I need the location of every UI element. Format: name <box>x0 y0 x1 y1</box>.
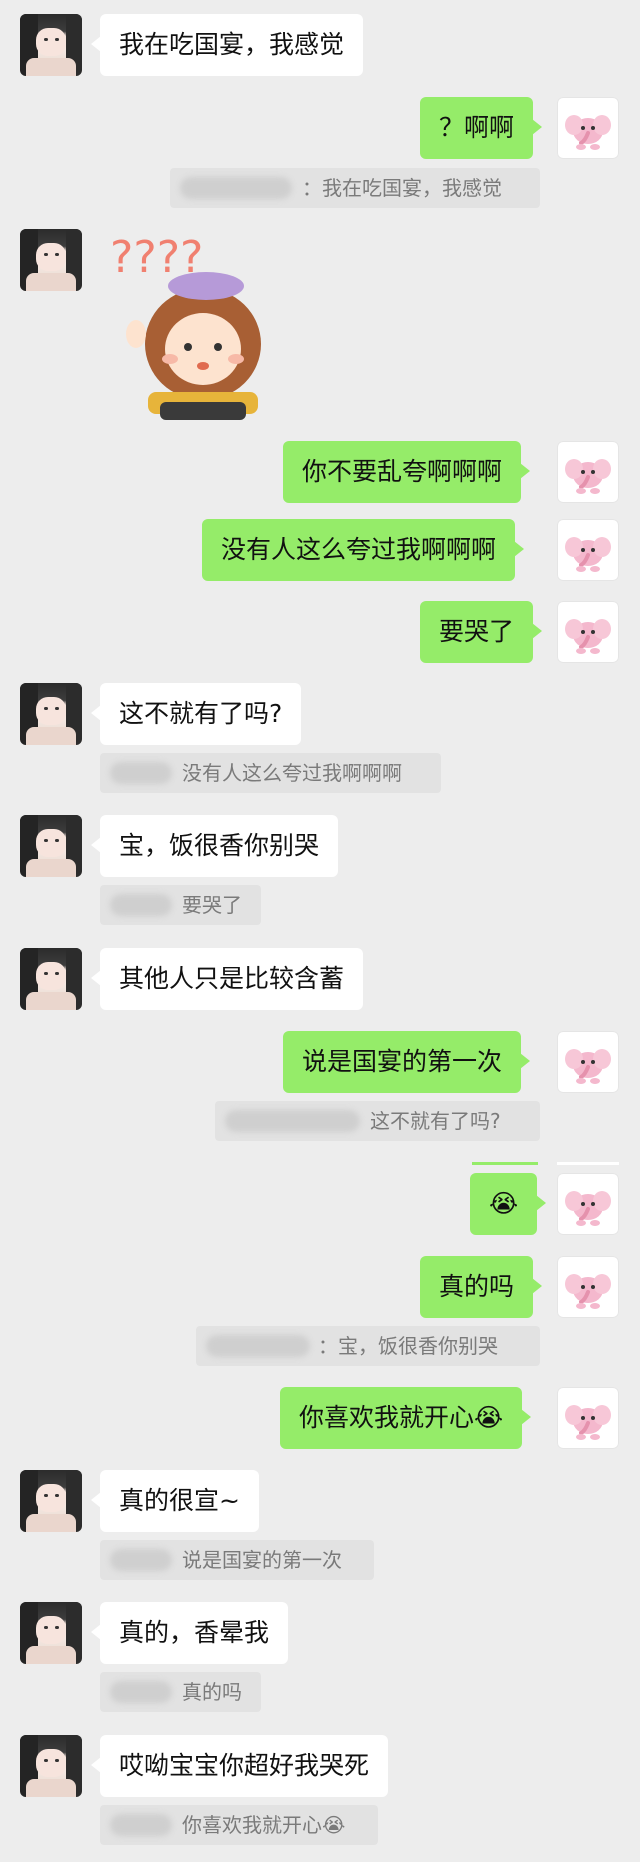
pink-elephant-icon <box>565 115 611 150</box>
message-bubble[interactable]: 这不就有了吗? <box>90 683 302 745</box>
message-bubble[interactable]: 你不要乱夸啊啊啊 <box>283 441 531 503</box>
avatar[interactable] <box>20 683 82 745</box>
quote-reference[interactable]: 要哭了 <box>100 885 261 925</box>
message-text: 真的吗 <box>439 1272 515 1301</box>
avatar[interactable] <box>20 1602 82 1664</box>
pink-elephant-icon <box>565 1405 611 1440</box>
pink-elephant-icon <box>565 619 611 654</box>
avatar[interactable] <box>20 1735 82 1797</box>
divider <box>557 1162 619 1165</box>
avatar[interactable] <box>557 441 619 503</box>
pink-elephant-icon <box>565 1274 611 1309</box>
question-marks-girl-sticker[interactable]: ???? <box>108 224 293 420</box>
message-text: 没有人这么夸过我啊啊啊 <box>221 535 497 564</box>
avatar[interactable] <box>20 948 82 1010</box>
message-bubble[interactable]: 其他人只是比较含蓄 <box>90 948 364 1010</box>
quote-text: 这不就有了吗? <box>370 1109 501 1133</box>
message-text: 我在吃国宴，我感觉 <box>119 30 345 59</box>
message-text: 宝，饭很香你别哭 <box>119 831 320 860</box>
message-bubble[interactable]: 真的很宣~ <box>91 1470 259 1532</box>
quote-text: 真的吗 <box>182 1680 242 1704</box>
avatar[interactable] <box>557 601 619 663</box>
divider <box>472 1162 538 1165</box>
message-text: 其他人只是比较含蓄 <box>119 964 345 993</box>
message-bubble[interactable]: ？啊啊 <box>420 97 543 159</box>
quote-text: ：我在吃国宴，我感觉 <box>302 176 502 200</box>
message-text: 要哭了 <box>439 617 515 646</box>
message-text: 哎呦宝宝你超好我哭死 <box>119 1751 370 1780</box>
avatar[interactable] <box>20 815 82 877</box>
quote-reference[interactable]: 真的吗 <box>100 1672 261 1712</box>
quote-reference[interactable]: ：我在吃国宴，我感觉 <box>170 168 540 208</box>
pink-elephant-icon <box>565 459 611 494</box>
message-text: 你喜欢我就开心😭 <box>299 1403 504 1432</box>
message-text: 😭 <box>489 1189 519 1218</box>
message-bubble[interactable]: 你喜欢我就开心😭 <box>280 1387 532 1449</box>
avatar[interactable] <box>20 14 82 76</box>
message-text: 这不就有了吗? <box>119 699 283 728</box>
quote-reference[interactable]: 没有人这么夸过我啊啊啊 <box>100 753 441 793</box>
avatar[interactable] <box>557 97 619 159</box>
message-bubble[interactable]: 没有人这么夸过我啊啊啊 <box>202 519 525 581</box>
message-text: 真的，香晕我 <box>119 1618 270 1647</box>
message-bubble[interactable]: 真的，香晕我 <box>90 1602 289 1664</box>
message-text: 你不要乱夸啊啊啊 <box>302 457 503 486</box>
message-bubble[interactable]: 要哭了 <box>420 601 543 663</box>
message-text: ？啊啊 <box>439 113 515 142</box>
quote-reference[interactable]: 说是国宴的第一次 <box>100 1540 374 1580</box>
quote-text: 没有人这么夸过我啊啊啊 <box>182 761 402 785</box>
message-bubble[interactable]: 😭 <box>470 1173 547 1235</box>
pink-elephant-icon <box>565 537 611 572</box>
message-text: 说是国宴的第一次 <box>302 1047 503 1076</box>
message-bubble[interactable]: 真的吗 <box>420 1256 543 1318</box>
avatar[interactable] <box>557 519 619 581</box>
avatar[interactable] <box>20 1470 82 1532</box>
avatar[interactable] <box>557 1031 619 1093</box>
message-bubble[interactable]: 哎呦宝宝你超好我哭死 <box>90 1735 389 1797</box>
quote-reference[interactable]: ：宝，饭很香你别哭 <box>196 1326 540 1366</box>
quote-reference[interactable]: 这不就有了吗? <box>215 1101 540 1141</box>
message-text: 真的很宣~ <box>119 1486 240 1515</box>
pink-elephant-icon <box>565 1191 611 1226</box>
avatar[interactable] <box>557 1173 619 1235</box>
message-bubble[interactable]: 宝，饭很香你别哭 <box>90 815 339 877</box>
avatar[interactable] <box>557 1387 619 1449</box>
avatar[interactable] <box>557 1256 619 1318</box>
message-bubble[interactable]: 我在吃国宴，我感觉 <box>90 14 364 76</box>
message-bubble[interactable]: 说是国宴的第一次 <box>283 1031 531 1093</box>
quote-text: 要哭了 <box>182 893 242 917</box>
quote-text: 你喜欢我就开心😭 <box>182 1813 346 1837</box>
quote-text: ：宝，饭很香你别哭 <box>318 1334 498 1358</box>
avatar[interactable] <box>20 229 82 291</box>
quote-text: 说是国宴的第一次 <box>182 1548 342 1572</box>
pink-elephant-icon <box>565 1049 611 1084</box>
quote-reference[interactable]: 你喜欢我就开心😭 <box>100 1805 378 1845</box>
